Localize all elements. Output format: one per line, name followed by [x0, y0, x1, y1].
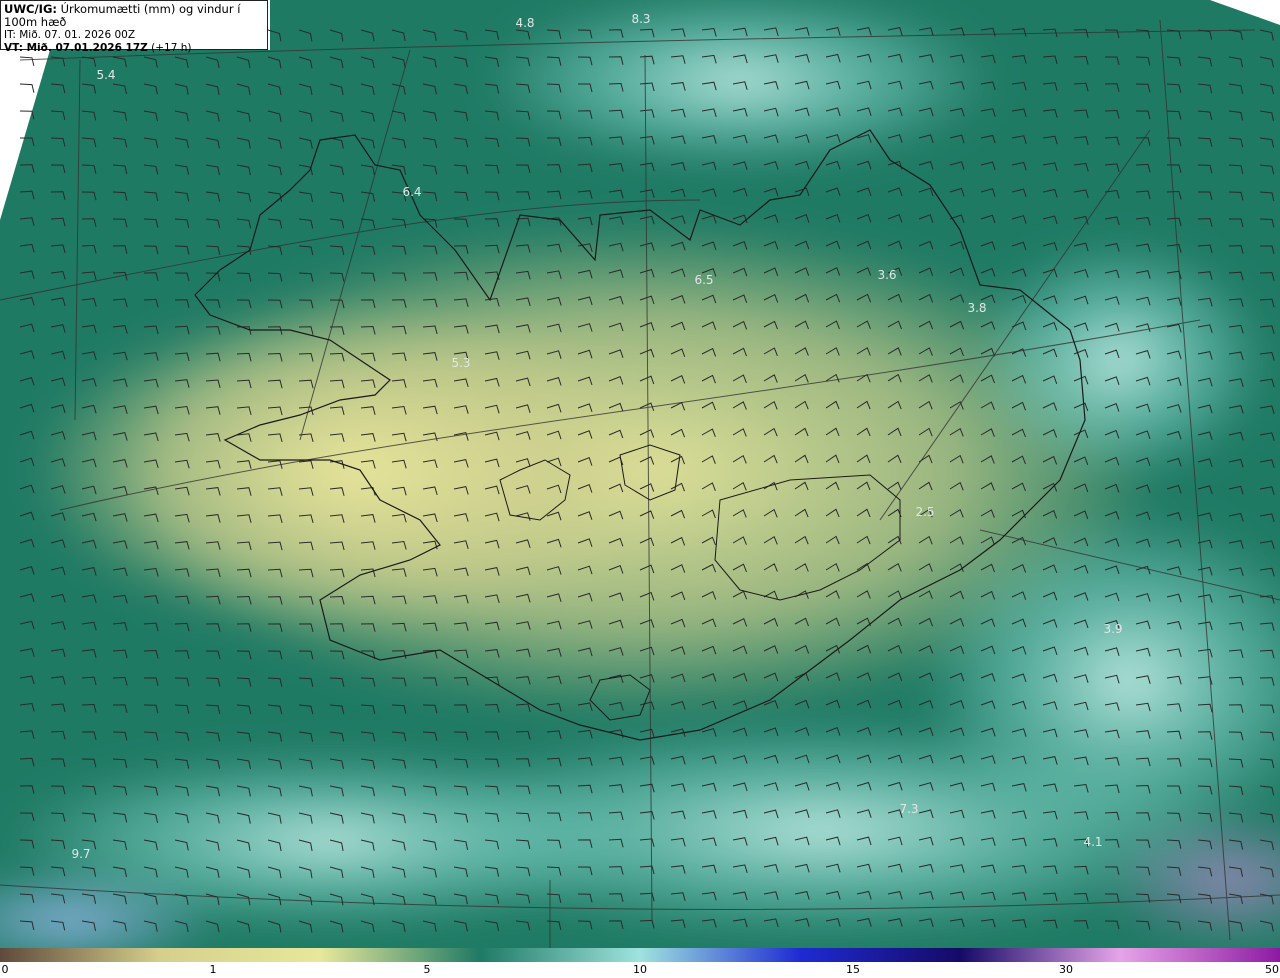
- value-label: 3.9: [1103, 622, 1122, 636]
- value-label: 8.3: [631, 12, 650, 26]
- value-label: 3.8: [967, 301, 986, 315]
- value-label: 3.6: [877, 268, 896, 282]
- value-label: 7.3: [899, 802, 918, 816]
- value-label: 5.4: [96, 68, 115, 82]
- legend-tick-label: 10: [633, 963, 647, 976]
- value-label: 2.5: [915, 505, 934, 519]
- init-time-value: Mið. 07. 01. 2026 00Z: [19, 29, 136, 41]
- value-label: 9.7: [71, 847, 90, 861]
- legend-tick-label: 5: [423, 963, 431, 976]
- legend-tick-label: 50: [1265, 963, 1279, 976]
- value-label: 6.5: [694, 273, 713, 287]
- precipitable-water-map: 4.8 8.3 5.4 6.4 6.5 3.6 3.8 5.3 2.5 3.9 7.3 4.1 9.7: [0, 0, 1280, 948]
- map-viewer: 4.8 8.3 5.4 6.4 6.5 3.6 3.8 5.3 2.5 3.9 7.3 4.1 9.7 …: [0, 0, 1280, 978]
- init-time-line: IT: Mið. 07. 01. 2026 00Z: [4, 29, 264, 42]
- legend-tick-label: 1: [209, 963, 217, 976]
- lead-time: (+17 h): [151, 42, 192, 54]
- header-title-line: UWC/IG: Úrkomumætti (mm) og vindur í 100…: [4, 3, 264, 29]
- value-label: 6.4: [402, 185, 421, 199]
- init-time-label: IT:: [4, 29, 16, 41]
- colorbar: [0, 948, 1280, 962]
- value-label: 4.8: [515, 16, 534, 30]
- valid-time-value: VT: Mið. 07.01.2026 17Z: [4, 42, 148, 54]
- info-box: UWC/IG: Úrkomumætti (mm) og vindur í 100…: [0, 0, 268, 54]
- value-label: 5.3: [451, 356, 470, 370]
- valid-time-line: VT: Mið. 07.01.2026 17Z (+17 h): [4, 42, 264, 55]
- legend-tick-label: 15: [846, 963, 860, 976]
- legend-tick-label: 0: [1, 963, 9, 976]
- value-label: 4.1: [1083, 835, 1102, 849]
- product-name: UWC/IG:: [4, 2, 57, 16]
- colorbar-legend: 0 1 5 10 15 30 50: [0, 948, 1280, 978]
- legend-tick-label: 30: [1059, 963, 1073, 976]
